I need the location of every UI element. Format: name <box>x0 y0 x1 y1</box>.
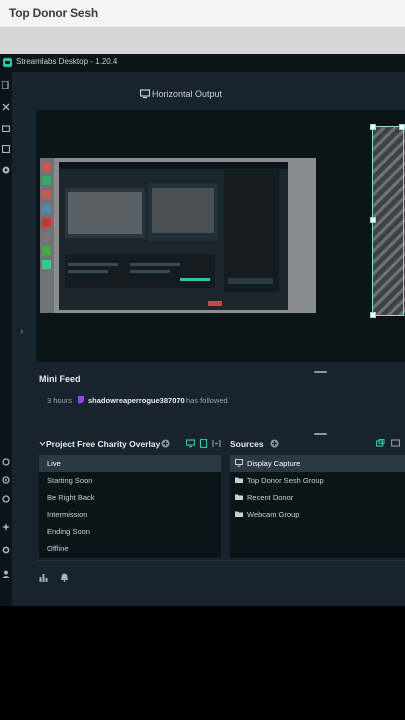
mini-feed-title: Mini Feed <box>39 374 81 384</box>
scene-item-starting-soon[interactable]: Starting Soon <box>39 472 221 489</box>
store-icon[interactable] <box>2 124 10 132</box>
sources-title: Sources <box>230 439 264 449</box>
feed-item-time: 3 hours <box>47 396 73 405</box>
scene-item-ending-soon[interactable]: Ending Soon <box>39 523 221 540</box>
feed-item-username[interactable]: shadowreaperrogue387070 <box>88 396 185 405</box>
add-group-icon[interactable] <box>376 439 385 448</box>
resize-handle[interactable] <box>370 217 376 223</box>
background-band <box>0 27 405 54</box>
feed-item-action: has followed <box>186 396 228 405</box>
scene-item-live[interactable]: Live <box>39 455 221 472</box>
profile-icon[interactable] <box>2 570 10 578</box>
display-capture-preview[interactable] <box>40 158 316 313</box>
window-title: Streamlabs Desktop - 1.20.4 <box>16 57 118 66</box>
source-item-recent-donor[interactable]: Recent Donor <box>230 489 405 506</box>
scenes-list: Live Starting Soon Be Right Back Intermi… <box>39 455 221 558</box>
left-nav <box>0 72 12 606</box>
divider <box>36 560 405 561</box>
scene-item-be-right-back[interactable]: Be Right Back <box>39 489 221 506</box>
cloudbot-icon[interactable] <box>2 476 10 484</box>
folder-icon <box>235 477 243 483</box>
sources-list: Display Capture Top Donor Sesh Group Rec… <box>230 455 405 558</box>
themes-icon[interactable] <box>2 103 10 111</box>
settings-gear-icon[interactable] <box>2 546 10 554</box>
app-store-icon[interactable] <box>2 145 10 153</box>
sparkle-icon[interactable] <box>2 523 10 531</box>
desktop-screenshot-image <box>40 158 316 313</box>
overlay-label: Top Donor Sesh <box>9 6 98 20</box>
monitor-icon <box>140 89 150 99</box>
preview-title: Horizontal Output <box>152 89 223 99</box>
resize-handle[interactable] <box>399 124 405 130</box>
studio-mode-icon[interactable] <box>186 439 195 448</box>
scene-collection-title[interactable]: Project Free Charity Overlay <box>46 439 160 449</box>
resize-handle[interactable] <box>370 124 376 130</box>
folder-icon <box>235 511 243 517</box>
chevron-right-icon[interactable]: › <box>20 326 23 337</box>
folder-icon <box>235 494 243 500</box>
editor-icon[interactable] <box>2 81 10 89</box>
monitor-icon <box>235 459 243 467</box>
source-properties-icon[interactable] <box>391 439 400 448</box>
drag-handle[interactable] <box>314 433 327 435</box>
source-item-top-donor-sesh-group[interactable]: Top Donor Sesh Group <box>230 472 405 489</box>
add-scene-icon[interactable] <box>161 439 170 448</box>
performance-chart-icon[interactable] <box>39 573 48 582</box>
scene-item-offline[interactable]: Offline <box>39 540 221 557</box>
twitch-icon <box>78 396 84 404</box>
drag-handle[interactable] <box>314 371 327 373</box>
chevron-down-icon[interactable] <box>39 440 46 447</box>
highlighter-icon[interactable] <box>2 458 10 466</box>
source-item-webcam-group[interactable]: Webcam Group <box>230 506 405 523</box>
streamlabs-logo-icon <box>3 58 12 67</box>
title-bar: Streamlabs Desktop - 1.20.4 <box>0 54 405 72</box>
add-source-icon[interactable] <box>270 439 279 448</box>
alert-box-icon[interactable] <box>2 495 10 503</box>
scene-item-intermission[interactable]: Intermission <box>39 506 221 523</box>
transitions-icon[interactable] <box>212 439 221 448</box>
resize-handle[interactable] <box>370 312 376 318</box>
notification-bell-icon[interactable] <box>60 573 69 582</box>
source-item-display-capture[interactable]: Display Capture <box>230 455 405 472</box>
play-icon[interactable] <box>2 166 10 174</box>
vertical-output-icon[interactable] <box>199 439 208 448</box>
selection-box[interactable] <box>370 124 405 318</box>
